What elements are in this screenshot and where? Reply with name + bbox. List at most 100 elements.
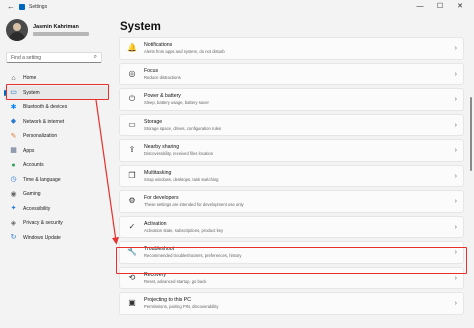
sidebar-item-icon: ● — [11, 161, 16, 169]
card-subtitle: Storage space, drives, configuration rul… — [144, 125, 222, 131]
chevron-right-icon: › — [454, 45, 457, 52]
settings-app-icon — [19, 3, 25, 10]
card-icon: ▭ — [128, 119, 136, 129]
card-icon: ❐ — [128, 170, 136, 180]
sidebar-item-privacy-security[interactable]: ◈ Privacy & security — [4, 216, 108, 231]
sidebar-item-label: Gaming — [23, 191, 41, 198]
chevron-right-icon: › — [454, 300, 457, 307]
card-title: Activation — [144, 220, 167, 227]
back-arrow-icon[interactable]: ← — [6, 2, 16, 12]
card-icon: ⚙ — [128, 196, 136, 206]
card-subtitle: Activation state, subscriptions, product… — [144, 227, 224, 233]
avatar-torso — [9, 32, 25, 41]
chevron-right-icon: › — [454, 274, 457, 282]
chevron-right-icon: › — [454, 70, 457, 78]
card-icon: 🔔 — [127, 43, 137, 53]
card-subtitle: Sleep, battery usage, battery saver — [144, 100, 209, 106]
search-input[interactable]: Find a setting ⌕ — [6, 52, 102, 63]
card-subtitle: Snap windows, desktops, task switching — [144, 176, 219, 182]
sidebar-item-windows-update[interactable]: ↻ Windows Update — [4, 231, 108, 246]
minimize-button[interactable]: — — [410, 0, 430, 13]
sidebar-item-label: Privacy & security — [23, 220, 63, 227]
sidebar-item-label: Network & internet — [23, 118, 65, 125]
card-text: Projecting to this PC Permissions, pairin… — [144, 297, 218, 309]
card-subtitle: Permissions, pairing PIN, discoverabilit… — [144, 304, 219, 310]
search-icon: ⌕ — [93, 54, 97, 60]
scrollbar[interactable] — [470, 97, 472, 171]
maximize-button[interactable]: ☐ — [430, 0, 450, 13]
sidebar-item-icon: ◈ — [10, 219, 17, 227]
settings-card-activation[interactable]: ✓ Activation Activation state, subscriptio… — [119, 215, 464, 238]
card-text: For developers These settings are intende… — [144, 195, 244, 207]
card-icon: ◎ — [128, 68, 136, 78]
user-email-redacted — [33, 32, 89, 36]
sidebar-item-icon: ◆ — [10, 118, 17, 126]
settings-card-notifications[interactable]: 🔔 Notifications Alerts from apps and syste… — [119, 37, 464, 60]
card-subtitle: These settings are intended for developm… — [144, 202, 244, 208]
card-text: Nearby sharing Discoverability, received … — [144, 144, 213, 156]
sidebar-item-personalization[interactable]: ✎ Personalization — [4, 129, 108, 144]
settings-card-power-battery[interactable]: ⏻ Power & battery Sleep, battery usage, ba… — [119, 88, 464, 111]
chevron-right-icon: › — [454, 121, 457, 129]
page-title: System — [120, 21, 161, 33]
chevron-right-icon: › — [454, 198, 457, 205]
sidebar-item-icon: ↻ — [10, 234, 17, 242]
close-button[interactable]: ✕ — [450, 0, 470, 13]
sidebar-item-label: Bluetooth & devices — [23, 104, 68, 111]
sidebar-item-time-language[interactable]: ◷ Time & language — [4, 173, 108, 188]
sidebar-item-accessibility[interactable]: ✦ Accessibility — [4, 202, 108, 217]
sidebar-item-label: Windows Update — [23, 234, 61, 241]
sidebar-item-network-internet[interactable]: ◆ Network & internet — [4, 115, 108, 130]
settings-card-storage[interactable]: ▭ Storage Storage space, drives, configura… — [119, 113, 464, 136]
card-title: Power & battery — [144, 93, 181, 100]
chevron-right-icon: › — [454, 96, 457, 103]
sidebar-item-icon: ✱ — [10, 103, 17, 111]
card-subtitle: Alerts from apps and system, do not dist… — [144, 49, 225, 55]
chevron-right-icon: › — [454, 223, 457, 231]
card-text: Activation Activation state, subscription… — [144, 221, 223, 233]
search-placeholder: Find a setting — [11, 54, 42, 61]
window-controls: — ☐ ✕ — [410, 0, 470, 13]
card-title: Focus — [144, 67, 159, 74]
window-title: Settings — [29, 3, 48, 10]
user-profile[interactable]: Jasmin Kahriman — [6, 19, 89, 41]
card-subtitle: Reduce distractions — [144, 74, 181, 80]
sidebar-item-icon: ▦ — [10, 147, 17, 155]
sidebar-item-label: Apps — [23, 147, 35, 154]
profile-text: Jasmin Kahriman — [33, 24, 89, 36]
settings-card-multitasking[interactable]: ❐ Multitasking Snap windows, desktops, tas… — [119, 164, 464, 187]
chevron-right-icon: › — [454, 172, 457, 180]
sidebar-item-icon: ✦ — [10, 205, 17, 213]
main-content: System 🔔 Notifications Alerts from apps an… — [113, 13, 474, 328]
card-subtitle: Discoverability, received files location — [144, 151, 214, 157]
card-title: Projecting to this PC — [144, 297, 191, 304]
sidebar-item-accounts[interactable]: ● Accounts — [4, 158, 108, 173]
settings-card-nearby-sharing[interactable]: ⇪ Nearby sharing Discoverability, received… — [119, 139, 464, 162]
card-icon: ▣ — [128, 298, 136, 308]
card-text: Multitasking Snap windows, desktops, task… — [144, 170, 218, 182]
sidebar-item-icon: ⌂ — [11, 74, 16, 82]
card-text: Power & battery Sleep, battery usage, bat… — [144, 93, 209, 105]
sidebar-item-label: Accounts — [23, 162, 44, 169]
title-bar: ← Settings — ☐ ✕ — [0, 0, 474, 13]
card-title: Notifications — [144, 42, 173, 49]
settings-card-list: 🔔 Notifications Alerts from apps and syste… — [119, 37, 464, 318]
card-icon: ⇪ — [128, 145, 136, 155]
sidebar-item-gaming[interactable]: ◉ Gaming — [4, 187, 108, 202]
settings-card-projecting-to-this-pc[interactable]: ▣ Projecting to this PC Permissions, pairi… — [119, 292, 464, 315]
card-title: For developers — [144, 195, 179, 202]
avatar — [6, 19, 28, 41]
card-icon: ⏻ — [128, 94, 136, 104]
sidebar-item-label: Home — [23, 75, 37, 82]
settings-card-focus[interactable]: ◎ Focus Reduce distractions › — [119, 62, 464, 85]
sidebar-item-apps[interactable]: ▦ Apps — [4, 144, 108, 159]
chevron-right-icon: › — [454, 147, 457, 154]
highlight-box-troubleshoot — [116, 247, 467, 274]
sidebar-item-bluetooth-devices[interactable]: ✱ Bluetooth & devices — [4, 100, 108, 115]
settings-card-for-developers[interactable]: ⚙ For developers These settings are intend… — [119, 190, 464, 213]
card-text: Focus Reduce distractions — [144, 68, 181, 80]
sidebar-item-label: Accessibility — [23, 205, 51, 212]
card-text: Storage Storage space, drives, configurat… — [144, 119, 221, 131]
sidebar-item-icon: ◉ — [10, 190, 17, 198]
card-title: Nearby sharing — [144, 144, 180, 151]
